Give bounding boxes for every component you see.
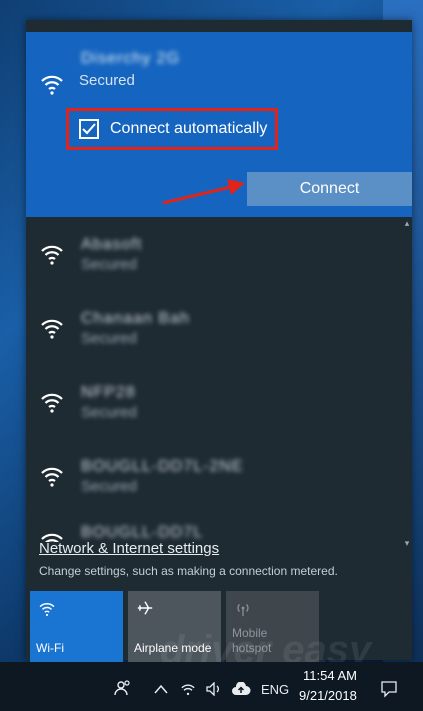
selected-network[interactable]: Diserchy 2G Secured Connect automaticall… <box>26 32 412 217</box>
connect-automatically-checkbox[interactable] <box>79 119 99 139</box>
cloud-upload-icon[interactable] <box>231 682 251 696</box>
clock-date[interactable]: 9/21/2018 <box>299 688 357 703</box>
network-name: Diserchy 2G <box>81 50 181 67</box>
wifi-tile-label: Wi-Fi <box>36 641 64 655</box>
taskbar: ENG <box>0 662 423 711</box>
wifi-signal-icon <box>41 75 63 95</box>
scroll-up-icon[interactable]: ▴ <box>402 218 412 228</box>
network-status: Secured <box>81 478 137 495</box>
wifi-toggle-tile[interactable]: Wi-Fi <box>30 591 123 662</box>
red-arrow-annotation <box>162 179 245 205</box>
network-settings-description: Change settings, such as making a connec… <box>39 564 338 578</box>
network-status: Secured <box>79 72 135 89</box>
wifi-signal-icon <box>41 319 63 339</box>
network-status-icon[interactable] <box>178 681 198 697</box>
wifi-signal-icon <box>41 467 63 487</box>
network-name: NFP28 <box>81 384 136 401</box>
mobile-hotspot-tile[interactable]: Mobile hotspot <box>226 591 319 662</box>
network-list-item[interactable]: NFP28 Secured <box>26 366 398 440</box>
network-list-scrollbar[interactable]: ▴ ▾ <box>402 218 412 548</box>
network-flyout: Diserchy 2G Secured Connect automaticall… <box>26 20 412 662</box>
network-list-item[interactable]: Chanaan Bah Secured <box>26 292 398 366</box>
network-status: Secured <box>81 330 137 347</box>
chevron-up-icon[interactable] <box>154 684 168 694</box>
language-indicator[interactable]: ENG <box>261 682 289 697</box>
airplane-tile-label: Airplane mode <box>134 641 212 655</box>
people-icon[interactable] <box>114 679 132 697</box>
wifi-signal-icon <box>41 393 63 413</box>
action-center-icon[interactable] <box>380 680 398 698</box>
mobile-hotspot-icon <box>237 603 249 617</box>
network-name: Abasoft <box>81 236 143 253</box>
wifi-icon <box>39 602 55 617</box>
checkmark-icon <box>82 123 96 135</box>
network-status: Secured <box>81 256 137 273</box>
wifi-signal-icon <box>41 245 63 265</box>
network-name: BOUGLL-DD7L-2NE <box>81 458 244 475</box>
connect-button[interactable]: Connect <box>247 172 412 206</box>
network-name: Chanaan Bah <box>81 310 190 327</box>
airplane-icon <box>137 601 153 615</box>
network-internet-settings-link[interactable]: Network & Internet settings <box>39 540 219 557</box>
volume-icon[interactable] <box>205 682 223 696</box>
network-list-item[interactable]: BOUGLL-DD7L <box>26 502 398 542</box>
clock-time[interactable]: 11:54 AM <box>303 668 357 683</box>
network-list-item[interactable]: Abasoft Secured <box>26 218 398 292</box>
scroll-down-icon[interactable]: ▾ <box>402 538 412 548</box>
airplane-mode-tile[interactable]: Airplane mode <box>128 591 221 662</box>
network-status: Secured <box>81 404 137 421</box>
connect-automatically-option[interactable]: Connect automatically <box>66 108 278 150</box>
connect-automatically-label: Connect automatically <box>110 120 268 137</box>
hotspot-tile-label: Mobile hotspot <box>232 626 272 655</box>
